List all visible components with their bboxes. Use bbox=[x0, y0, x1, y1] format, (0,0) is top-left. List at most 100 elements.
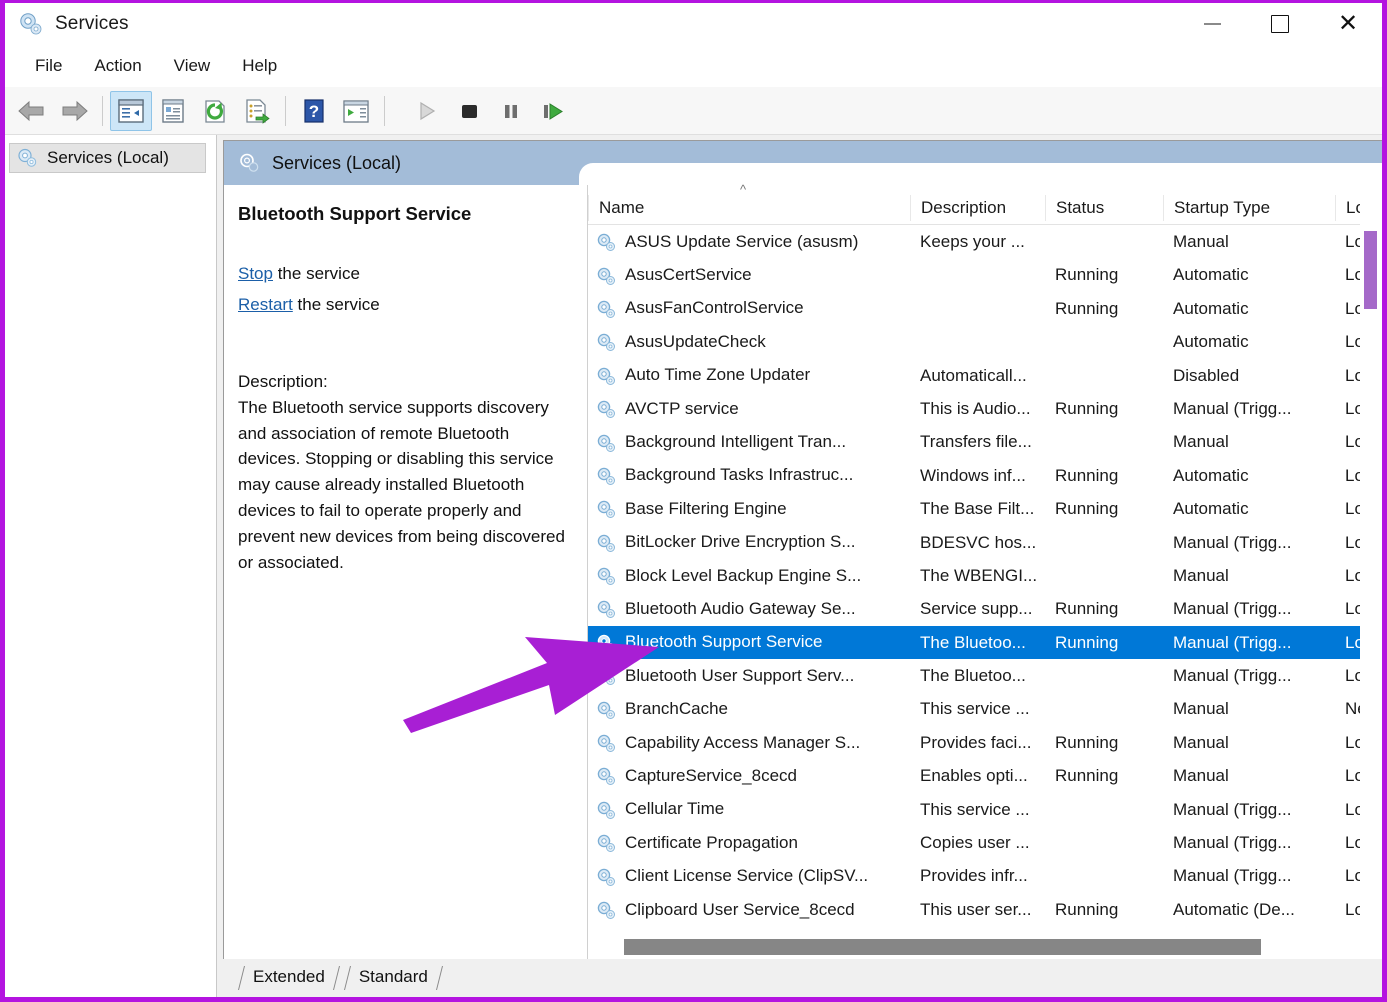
cell-status: Running bbox=[1055, 398, 1119, 418]
cell-status bbox=[1045, 859, 1163, 892]
services-list: ^ Name Description Status Startup Type L… bbox=[588, 183, 1382, 959]
toolbar-separator-1 bbox=[102, 95, 103, 126]
close-button[interactable]: ✕ bbox=[1314, 3, 1382, 45]
table-row[interactable]: Capability Access Manager S... Provides f… bbox=[588, 726, 1382, 759]
maximize-button[interactable] bbox=[1246, 3, 1314, 45]
gear-icon bbox=[596, 765, 617, 786]
cell-description: Keeps your ... bbox=[920, 232, 1025, 251]
export-list-button[interactable] bbox=[236, 91, 278, 131]
cell-name-text: AVCTP service bbox=[625, 398, 739, 418]
back-button[interactable] bbox=[11, 91, 53, 131]
cell-startup-type: Manual (Trigg... bbox=[1173, 666, 1292, 686]
cell-name: BitLocker Drive Encryption S... bbox=[588, 526, 910, 559]
cell-description: This is Audio... bbox=[920, 398, 1031, 418]
cell-name-text: Auto Time Zone Updater bbox=[625, 365, 811, 385]
cell-name-text: Certificate Propagation bbox=[625, 832, 798, 852]
table-row[interactable]: Block Level Backup Engine S... The WBENGI… bbox=[588, 559, 1382, 592]
menu-file[interactable]: File bbox=[19, 52, 78, 80]
show-action-pane-button[interactable] bbox=[335, 91, 377, 131]
title-bar: Services ✕ bbox=[5, 3, 1382, 45]
restart-service-button[interactable] bbox=[532, 91, 574, 131]
table-row[interactable]: Bluetooth Support Service The Bluetoo... R… bbox=[588, 625, 1382, 660]
table-row[interactable]: BranchCache This service ... Manual Ne bbox=[588, 692, 1382, 725]
cell-name-text: Background Tasks Infrastruc... bbox=[625, 465, 854, 485]
table-row[interactable]: Background Tasks Infrastruc... Windows in… bbox=[588, 459, 1382, 492]
cell-status bbox=[1045, 359, 1163, 392]
cell-name: CaptureService_8cecd bbox=[588, 759, 910, 792]
menu-help[interactable]: Help bbox=[226, 52, 293, 80]
table-row[interactable]: ASUS Update Service (asusm) Keeps your ..… bbox=[588, 225, 1382, 258]
refresh-button[interactable] bbox=[194, 91, 236, 131]
menu-action[interactable]: Action bbox=[78, 52, 157, 80]
play-icon bbox=[420, 101, 436, 120]
pane-header: Services (Local) bbox=[224, 141, 1382, 187]
tabs-area: Extended Standard bbox=[217, 959, 1382, 997]
table-row[interactable]: Background Intelligent Tran... Transfers … bbox=[588, 425, 1382, 458]
cell-name: Block Level Backup Engine S... bbox=[588, 559, 910, 592]
cell-name-text: Client License Service (ClipSV... bbox=[625, 866, 869, 886]
column-header-startup-type[interactable]: Startup Type bbox=[1163, 194, 1335, 221]
table-row[interactable]: AsusUpdateCheck Automatic Loc bbox=[588, 325, 1382, 358]
forward-button[interactable] bbox=[53, 91, 95, 131]
cell-name: BranchCache bbox=[588, 692, 910, 725]
cell-name-text: AsusCertService bbox=[625, 265, 752, 285]
show-hide-console-tree-button[interactable] bbox=[110, 90, 152, 131]
stop-service-button[interactable] bbox=[448, 91, 490, 131]
table-row[interactable]: Client License Service (ClipSV... Provide… bbox=[588, 859, 1382, 892]
cell-description: Enables opti... bbox=[920, 766, 1028, 786]
cell-description: Provides infr... bbox=[920, 866, 1028, 886]
cell-status: Running bbox=[1055, 899, 1119, 919]
cell-name-text: ASUS Update Service (asusm) bbox=[625, 231, 859, 251]
table-row[interactable]: Certificate Propagation Copies user ... Ma… bbox=[588, 826, 1382, 859]
vertical-scrollbar-thumb[interactable] bbox=[1364, 231, 1377, 309]
table-row[interactable]: AsusFanControlService Running Automatic Loc bbox=[588, 292, 1382, 325]
table-row[interactable]: Clipboard User Service_8cecd This user se… bbox=[588, 893, 1382, 926]
table-row[interactable]: CaptureService_8cecd Enables opti... Runni… bbox=[588, 759, 1382, 792]
gear-icon bbox=[596, 665, 617, 686]
cell-description: BDESVC hos... bbox=[920, 532, 1037, 552]
tab-extended[interactable]: Extended bbox=[237, 964, 341, 992]
table-row[interactable]: Base Filtering Engine The Base Filt... Run… bbox=[588, 492, 1382, 525]
cell-name-text: AsusFanControlService bbox=[625, 298, 804, 318]
gear-icon bbox=[596, 565, 617, 586]
properties-button[interactable] bbox=[152, 91, 194, 131]
cell-description: Transfers file... bbox=[920, 432, 1032, 452]
tab-standard[interactable]: Standard bbox=[343, 964, 444, 992]
gear-icon bbox=[596, 632, 617, 653]
minimize-button[interactable] bbox=[1178, 3, 1246, 45]
cell-name-text: Cellular Time bbox=[625, 799, 725, 819]
table-row[interactable]: Bluetooth Audio Gateway Se... Service sup… bbox=[588, 592, 1382, 625]
pause-service-button[interactable] bbox=[490, 91, 532, 131]
horizontal-scrollbar[interactable] bbox=[588, 934, 1382, 959]
help-button[interactable]: ? bbox=[293, 91, 335, 131]
menu-bar: File Action View Help bbox=[5, 45, 1382, 87]
table-row[interactable]: BitLocker Drive Encryption S... BDESVC ho… bbox=[588, 526, 1382, 559]
column-header-status[interactable]: Status bbox=[1045, 194, 1163, 221]
start-service-button[interactable] bbox=[406, 91, 448, 131]
table-row[interactable]: Auto Time Zone Updater Automaticall... Dis… bbox=[588, 359, 1382, 392]
table-row[interactable]: AsusCertService Running Automatic Loc bbox=[588, 258, 1382, 291]
cell-description: Service supp... bbox=[920, 599, 1033, 619]
table-row[interactable]: Cellular Time This service ... Manual (Tri… bbox=[588, 793, 1382, 826]
cell-status bbox=[1045, 325, 1163, 358]
table-row[interactable]: AVCTP service This is Audio... Running Manu… bbox=[588, 392, 1382, 425]
pane-header-notch bbox=[579, 163, 1382, 187]
cell-startup-type: Automatic (De... bbox=[1173, 899, 1295, 919]
menu-view[interactable]: View bbox=[158, 52, 227, 80]
restart-service-action: Restart the service bbox=[238, 292, 573, 318]
stop-service-link[interactable]: Stop bbox=[238, 264, 273, 283]
restart-service-link[interactable]: Restart bbox=[238, 295, 293, 314]
column-header-description[interactable]: Description bbox=[910, 194, 1045, 221]
cell-name-text: Block Level Backup Engine S... bbox=[625, 565, 862, 585]
vertical-scrollbar[interactable] bbox=[1360, 185, 1382, 959]
cell-startup-type: Manual bbox=[1173, 232, 1229, 251]
cell-startup-type: Manual (Trigg... bbox=[1173, 532, 1292, 552]
cell-name: Cellular Time bbox=[588, 793, 910, 826]
table-row[interactable]: Bluetooth User Support Serv... The Blueto… bbox=[588, 659, 1382, 692]
cell-description bbox=[910, 325, 1045, 358]
cell-description: Automaticall... bbox=[920, 365, 1027, 385]
column-header-name[interactable]: Name bbox=[588, 194, 910, 221]
horizontal-scrollbar-thumb[interactable] bbox=[624, 939, 1261, 955]
gear-icon bbox=[596, 532, 617, 553]
sidebar-item-services-local[interactable]: Services (Local) bbox=[9, 143, 206, 173]
